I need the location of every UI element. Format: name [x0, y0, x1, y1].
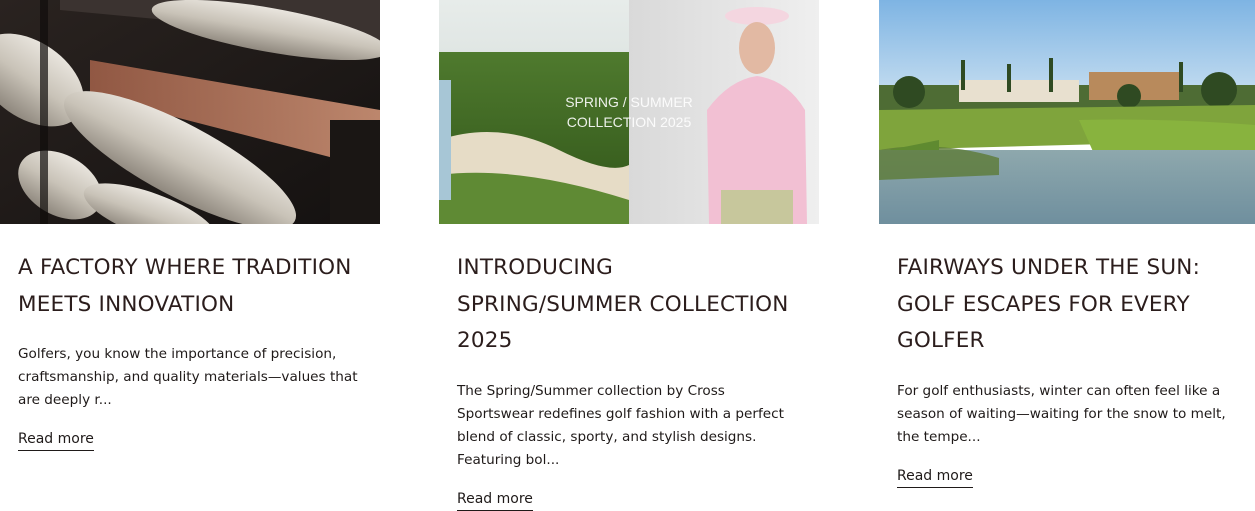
post-title[interactable]: FAIRWAYS UNDER THE SUN: GOLF ESCAPES FOR… [897, 250, 1237, 360]
read-more-link[interactable]: Read more [457, 490, 533, 511]
post-image-link[interactable] [879, 0, 1255, 224]
image-overlay-line1: SPRING / SUMMER [565, 94, 693, 110]
spring-summer-collection-image: SPRING / SUMMER COLLECTION 2025 [439, 0, 819, 224]
image-overlay-line2: COLLECTION 2025 [567, 114, 692, 130]
post-excerpt: Golfers, you know the importance of prec… [18, 346, 358, 408]
blog-card: FAIRWAYS UNDER THE SUN: GOLF ESCAPES FOR… [879, 0, 1255, 488]
post-image-link[interactable] [0, 0, 380, 224]
golf-resort-lake-image [879, 0, 1255, 224]
post-excerpt: For golf enthusiasts, winter can often f… [897, 382, 1226, 445]
factory-yarn-image [0, 0, 380, 224]
read-more-link[interactable]: Read more [897, 467, 973, 488]
post-image-link[interactable]: SPRING / SUMMER COLLECTION 2025 [439, 0, 819, 224]
post-title[interactable]: INTRODUCING SPRING/SUMMER COLLECTION 202… [457, 250, 801, 360]
read-more-link[interactable]: Read more [18, 430, 94, 451]
blog-card: SPRING / SUMMER COLLECTION 2025 INTRODUC… [439, 0, 819, 511]
post-title[interactable]: A FACTORY WHERE TRADITION MEETS INNOVATI… [18, 250, 362, 323]
blog-card: A FACTORY WHERE TRADITION MEETS INNOVATI… [0, 0, 380, 451]
post-excerpt: The Spring/Summer collection by Cross Sp… [457, 382, 784, 468]
